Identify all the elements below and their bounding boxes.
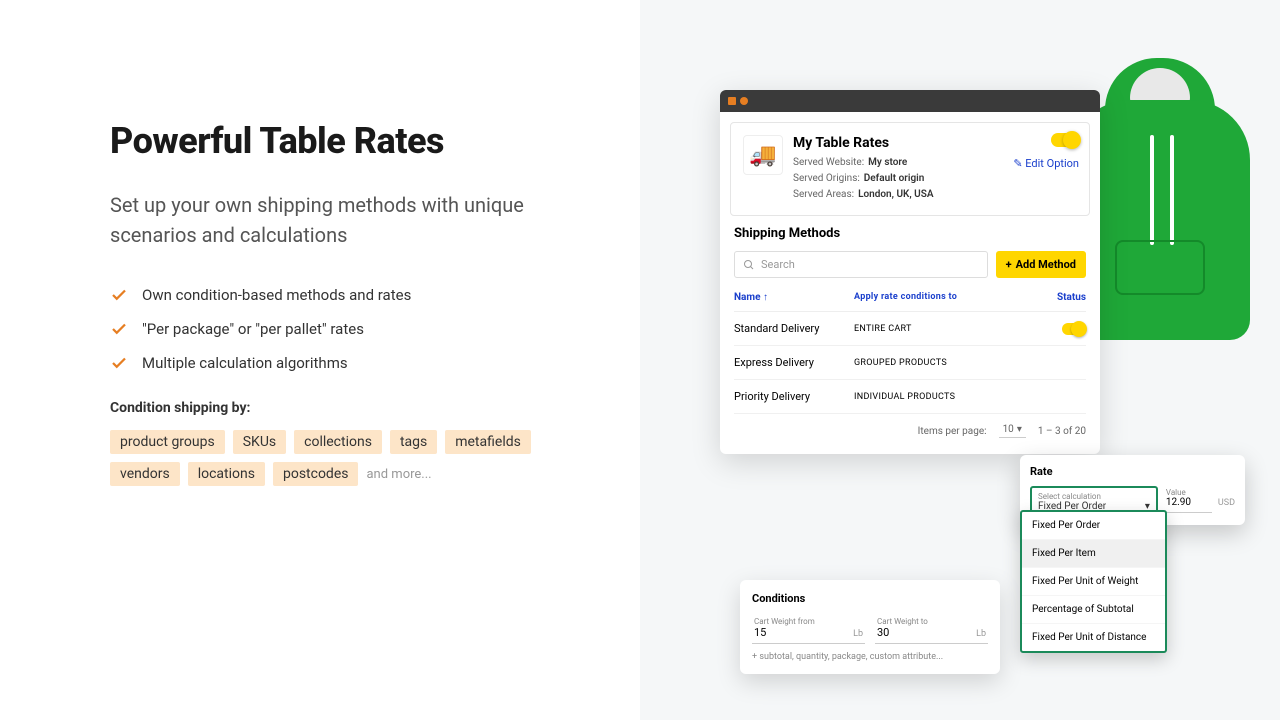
dropdown-option[interactable]: Percentage of Subtotal	[1022, 596, 1165, 624]
enable-toggle[interactable]	[1051, 133, 1079, 147]
dropdown-option[interactable]: Fixed Per Unit of Weight	[1022, 568, 1165, 596]
condition-heading: Condition shipping by:	[110, 400, 580, 416]
calculation-dropdown[interactable]: Fixed Per Order Fixed Per Item Fixed Per…	[1020, 510, 1167, 653]
tag: postcodes	[273, 462, 359, 486]
tag: SKUs	[233, 430, 286, 454]
tag-more: and more...	[366, 467, 431, 482]
currency-label: USD	[1218, 486, 1235, 508]
check-icon	[110, 320, 128, 338]
edit-option-link[interactable]: Edit Option	[1013, 157, 1079, 170]
rate-value-input[interactable]: Value 12.90	[1164, 486, 1212, 513]
tag: metafields	[445, 430, 531, 454]
table-row[interactable]: Priority DeliveryINDIVIDUAL PRODUCTS	[734, 380, 1086, 414]
feature-item: Own condition-based methods and rates	[110, 286, 580, 304]
dropdown-option[interactable]: Fixed Per Item	[1022, 540, 1165, 568]
card-title: My Table Rates	[793, 135, 934, 151]
table-row[interactable]: Standard DeliveryENTIRE CART	[734, 312, 1086, 346]
add-method-button[interactable]: +Add Method	[996, 251, 1086, 278]
chevron-down-icon: ▾	[1017, 424, 1022, 435]
search-input[interactable]: Search	[734, 251, 988, 278]
tag-list: product groups SKUs collections tags met…	[110, 430, 580, 486]
col-name[interactable]: Name ↑	[734, 292, 854, 303]
feature-item: Multiple calculation algorithms	[110, 354, 580, 372]
pager-range: 1 – 3 of 20	[1038, 426, 1086, 437]
tag: vendors	[110, 462, 180, 486]
tag: collections	[294, 430, 382, 454]
search-icon	[743, 259, 755, 271]
conditions-panel: Conditions Cart Weight from 15 Lb Cart W…	[740, 580, 1000, 674]
section-title: Shipping Methods	[734, 226, 1086, 241]
row-toggle[interactable]	[1062, 323, 1086, 335]
check-icon	[110, 354, 128, 372]
table-row[interactable]: Express DeliveryGROUPED PRODUCTS	[734, 346, 1086, 380]
app-window: 🚚 My Table Rates Served Website:My store…	[720, 90, 1100, 454]
feature-item: "Per package" or "per pallet" rates	[110, 320, 580, 338]
check-icon	[110, 286, 128, 304]
tag: tags	[390, 430, 437, 454]
conditions-title: Conditions	[752, 592, 988, 605]
titlebar	[720, 90, 1100, 112]
conditions-more: + subtotal, quantity, package, custom at…	[752, 652, 988, 662]
meta-origins: Served Origins:Default origin	[793, 171, 934, 187]
meta-areas: Served Areas:London, UK, USA	[793, 187, 934, 203]
dropdown-option[interactable]: Fixed Per Order	[1022, 512, 1165, 540]
col-status[interactable]: Status	[994, 292, 1086, 303]
tag: locations	[188, 462, 265, 486]
pager-label: Items per page:	[918, 426, 987, 437]
weight-from-input[interactable]: Cart Weight from 15 Lb	[752, 615, 865, 644]
weight-to-input[interactable]: Cart Weight to 30 Lb	[875, 615, 988, 644]
col-apply[interactable]: Apply rate conditions to	[854, 292, 994, 303]
page-title: Powerful Table Rates	[110, 120, 580, 162]
plus-icon: +	[1006, 258, 1012, 271]
per-page-select[interactable]: 10▾	[999, 424, 1026, 438]
subtitle: Set up your own shipping methods with un…	[110, 190, 580, 250]
tag: product groups	[110, 430, 225, 454]
meta-website: Served Website:My store	[793, 155, 934, 171]
dropdown-option[interactable]: Fixed Per Unit of Distance	[1022, 624, 1165, 651]
truck-icon: 🚚	[743, 135, 783, 175]
rate-title: Rate	[1030, 465, 1235, 478]
